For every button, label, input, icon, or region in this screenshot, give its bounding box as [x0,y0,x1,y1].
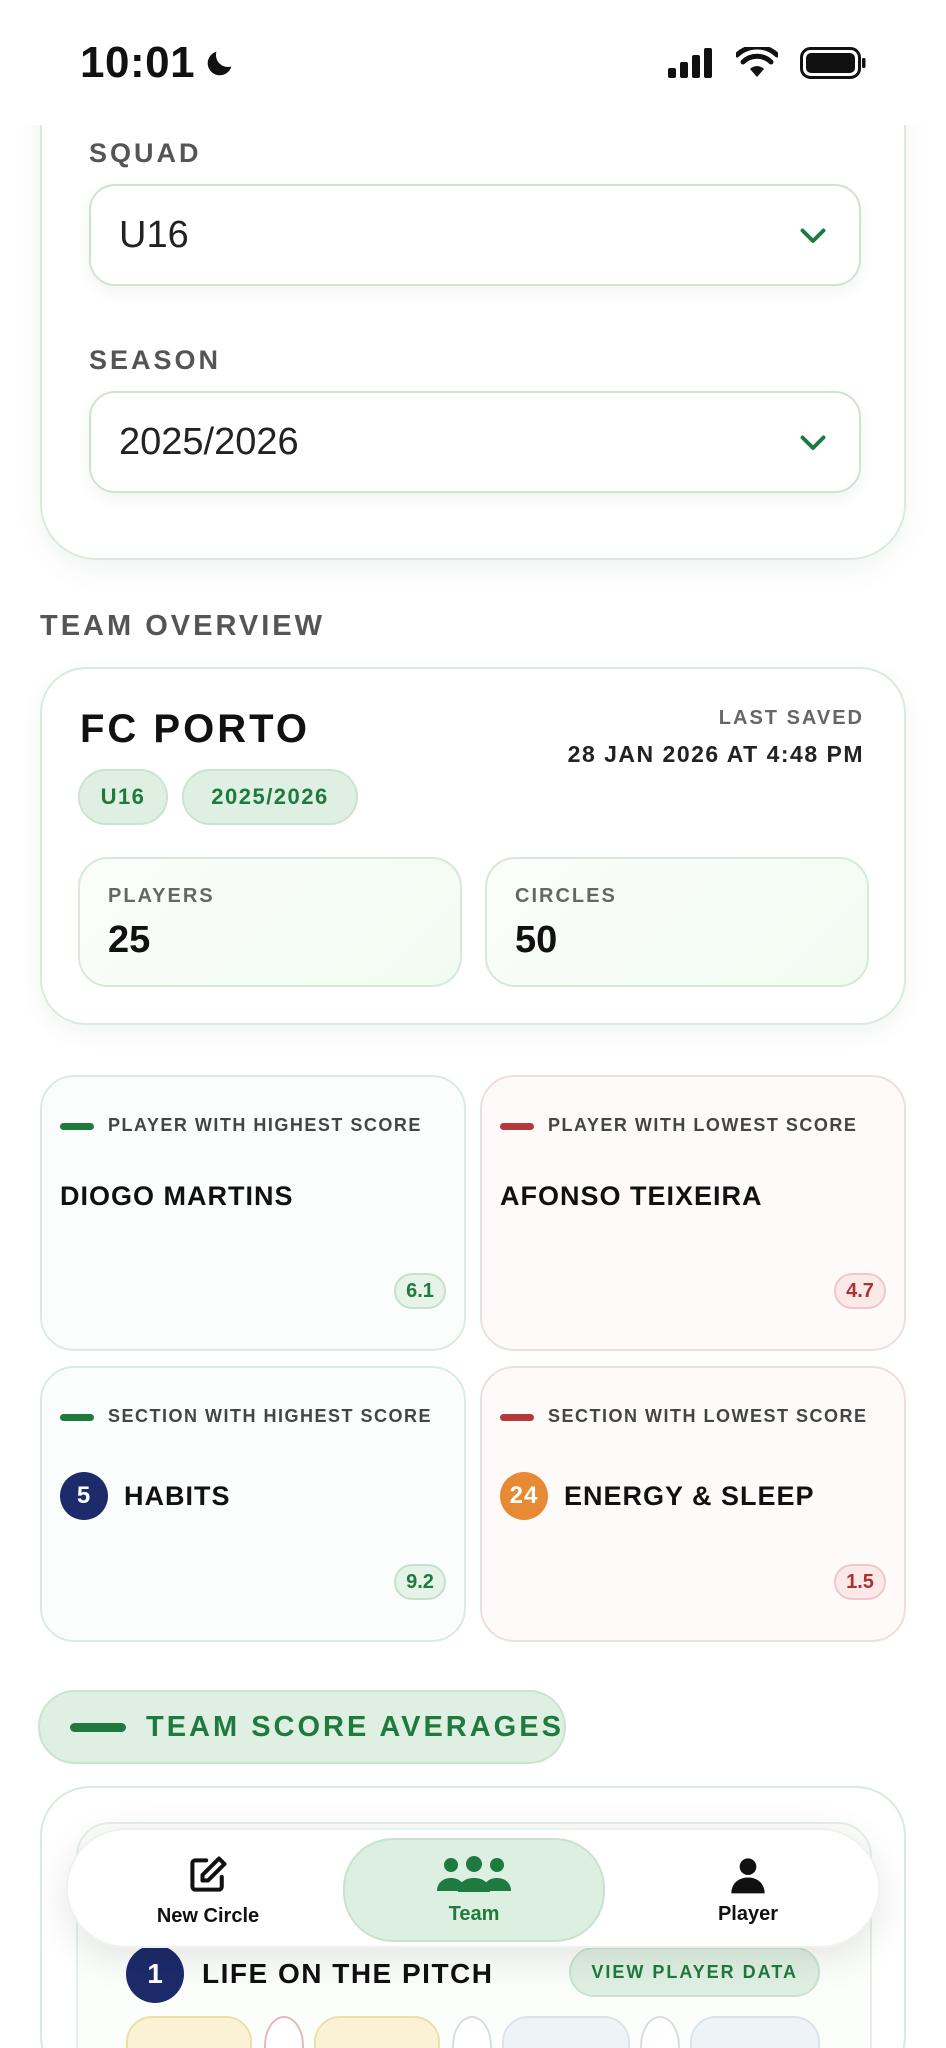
team-icon [437,1855,511,1892]
status-icons [668,46,866,79]
tab-new-circle[interactable]: New Circle [108,1838,308,1942]
score-chip [126,2016,252,2048]
season-select[interactable]: 2025/2026 [89,391,861,493]
player-name: DIOGO MARTINS [60,1181,294,1212]
score-pill: 9.2 [394,1564,446,1600]
section-name-text: ENERGY & SLEEP [564,1480,815,1511]
filter-card: SQUAD U16 SEASON 2025/2026 [40,80,906,560]
chevron-down-icon [800,228,826,243]
person-icon [731,1857,765,1893]
card-label: SECTION WITH HIGHEST SCORE [108,1406,433,1426]
tab-bar: New Circle Team Player [66,1828,880,1948]
squad-select[interactable]: U16 [89,184,861,286]
edit-icon [190,1855,227,1892]
team-overview-title: TEAM OVERVIEW [40,610,325,642]
score-chip [314,2016,440,2048]
battery-icon [800,46,866,79]
section-name-text: HABITS [124,1480,231,1511]
tab-label: Team [448,1902,500,1925]
green-dash [60,1123,94,1130]
section-number-badge: 1 [126,1945,184,2003]
lowest-section-card[interactable]: SECTION WITH LOWEST SCORE 24 ENERGY & SL… [480,1366,906,1642]
circles-label: CIRCLES [515,885,617,907]
circles-value: 50 [515,919,558,961]
squad-label: SQUAD [89,138,202,168]
section-name: 24 ENERGY & SLEEP [500,1472,815,1520]
tab-team[interactable]: Team [343,1838,605,1942]
section-number-badge: 24 [500,1472,548,1520]
wifi-icon [736,46,778,77]
section-name: 5 HABITS [60,1472,231,1520]
section-row: 1 LIFE ON THE PITCH [126,1945,494,2003]
red-dash [500,1414,534,1421]
score-pill: 1.5 [834,1564,886,1600]
player-name: AFONSO TEIXEIRA [500,1181,763,1212]
team-name: FC PORTO [80,707,310,751]
section-title: LIFE ON THE PITCH [202,1958,494,1989]
averages-title: TEAM SCORE AVERAGES [146,1710,564,1743]
score-chip [690,2016,820,2048]
green-dash [60,1414,94,1421]
highest-player-card[interactable]: PLAYER WITH HIGHEST SCORE DIOGO MARTINS … [40,1075,466,1351]
signal-icon [668,47,712,78]
highest-section-card[interactable]: SECTION WITH HIGHEST SCORE 5 HABITS 9.2 [40,1366,466,1642]
players-value: 25 [108,919,151,961]
green-bar [70,1722,126,1732]
squad-chip: U16 [78,769,168,825]
score-chip [502,2016,630,2048]
clock-text: 10:01 [80,37,196,87]
lowest-player-card[interactable]: PLAYER WITH LOWEST SCORE AFONSO TEIXEIRA… [480,1075,906,1351]
season-value: 2025/2026 [119,420,299,463]
player-name-text: DIOGO MARTINS [60,1181,294,1211]
card-label: PLAYER WITH LOWEST SCORE [548,1115,858,1135]
players-label: PLAYERS [108,885,215,907]
red-dash [500,1123,534,1130]
season-label: SEASON [89,345,222,375]
last-saved-value: 28 JAN 2026 AT 4:48 PM [567,741,864,767]
view-player-data-button[interactable]: VIEW PLAYER DATA [569,1947,820,1997]
tab-label: Player [717,1902,779,1925]
status-time: 10:01 [80,38,237,88]
circles-stat: CIRCLES 50 [485,857,869,987]
tab-label: New Circle [156,1904,260,1927]
last-saved-label: LAST SAVED [718,707,864,729]
players-stat: PLAYERS 25 [78,857,462,987]
team-card: FC PORTO LAST SAVED 28 JAN 2026 AT 4:48 … [40,667,906,1025]
status-bar: 10:01 [0,0,946,125]
score-pill: 4.7 [834,1273,886,1309]
section-number-badge: 5 [60,1472,108,1520]
card-label: SECTION WITH LOWEST SCORE [548,1406,868,1426]
tab-player[interactable]: Player [648,1838,848,1942]
season-chip: 2025/2026 [182,769,358,825]
moon-icon [207,51,232,75]
card-label: PLAYER WITH HIGHEST SCORE [108,1115,422,1135]
player-name-text: AFONSO TEIXEIRA [500,1181,763,1211]
chevron-down-icon [800,435,826,450]
team-score-averages-header[interactable]: TEAM SCORE AVERAGES [38,1690,566,1764]
squad-value: U16 [119,213,189,256]
score-pill: 6.1 [394,1273,446,1309]
